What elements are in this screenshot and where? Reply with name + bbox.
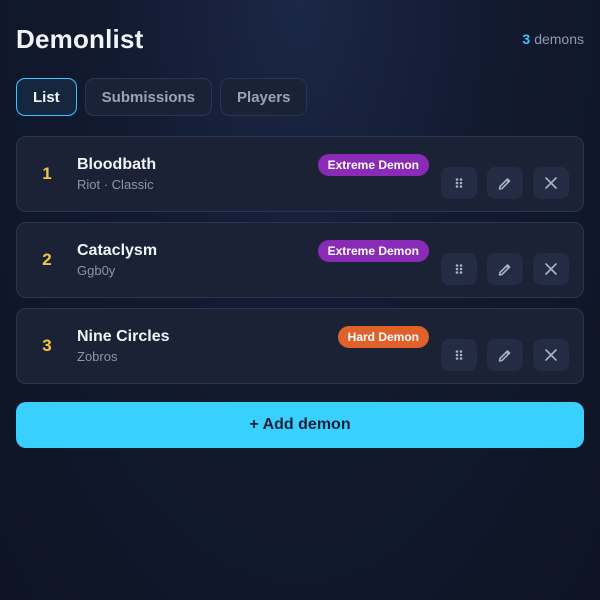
- difficulty-badge: Extreme Demon: [317, 240, 429, 262]
- header: Demonlist 3 demons: [16, 0, 584, 78]
- add-demon-button[interactable]: + Add demon: [16, 402, 584, 448]
- drag-handle-icon: [455, 264, 463, 274]
- tab-submissions[interactable]: Submissions: [84, 78, 213, 116]
- delete-button[interactable]: [533, 167, 569, 199]
- delete-button[interactable]: [533, 253, 569, 285]
- drag-handle-button[interactable]: [441, 167, 477, 199]
- demon-list: 1 Bloodbath Riot · Classic Extreme Demon…: [16, 136, 584, 384]
- demon-name: Bloodbath: [77, 156, 157, 173]
- demon-rank: 1: [42, 164, 52, 183]
- drag-handle-icon: [455, 350, 463, 360]
- demon-info: Nine Circles Zobros: [77, 328, 338, 364]
- tab-players[interactable]: Players: [220, 78, 308, 116]
- demon-info: Cataclysm Ggb0y: [77, 242, 318, 278]
- demon-rank: 3: [42, 336, 52, 355]
- pencil-icon: [498, 178, 511, 190]
- delete-button[interactable]: [533, 339, 569, 371]
- demon-creator: Zobros: [77, 349, 118, 364]
- edit-button[interactable]: [487, 339, 523, 371]
- app: Demonlist 3 demons List Submissions Playe…: [16, 0, 584, 448]
- demon-creator: Ggb0y: [77, 263, 116, 278]
- demon-count-value: 3: [522, 31, 531, 47]
- pencil-icon: [498, 264, 511, 276]
- demon-card: 3 Nine Circles Zobros Hard Demon: [16, 308, 584, 384]
- drag-handle-icon: [455, 178, 463, 188]
- demon-creator: Riot · Classic: [77, 177, 154, 192]
- demon-card: 1 Bloodbath Riot · Classic Extreme Demon: [16, 136, 584, 212]
- demon-count: 3 demons: [522, 31, 584, 47]
- demon-card: 2 Cataclysm Ggb0y Extreme Demon: [16, 222, 584, 298]
- demon-name: Nine Circles: [77, 328, 170, 345]
- page-title: Demonlist: [16, 23, 144, 54]
- drag-handle-button[interactable]: [441, 253, 477, 285]
- edit-button[interactable]: [487, 167, 523, 199]
- card-actions: [441, 339, 569, 371]
- drag-handle-button[interactable]: [441, 339, 477, 371]
- close-icon: [545, 177, 557, 189]
- tab-list[interactable]: List: [16, 78, 77, 116]
- card-actions: [441, 167, 569, 199]
- demon-name: Cataclysm: [77, 242, 158, 259]
- difficulty-badge: Extreme Demon: [317, 154, 429, 176]
- difficulty-badge: Hard Demon: [337, 326, 429, 348]
- demon-info: Bloodbath Riot · Classic: [77, 156, 318, 192]
- close-icon: [545, 349, 557, 361]
- close-icon: [545, 263, 557, 275]
- demon-count-label: demons: [534, 31, 584, 47]
- edit-button[interactable]: [487, 253, 523, 285]
- demon-rank: 2: [42, 250, 52, 269]
- pencil-icon: [498, 350, 511, 362]
- card-actions: [441, 253, 569, 285]
- tab-bar: List Submissions Players: [16, 78, 584, 116]
